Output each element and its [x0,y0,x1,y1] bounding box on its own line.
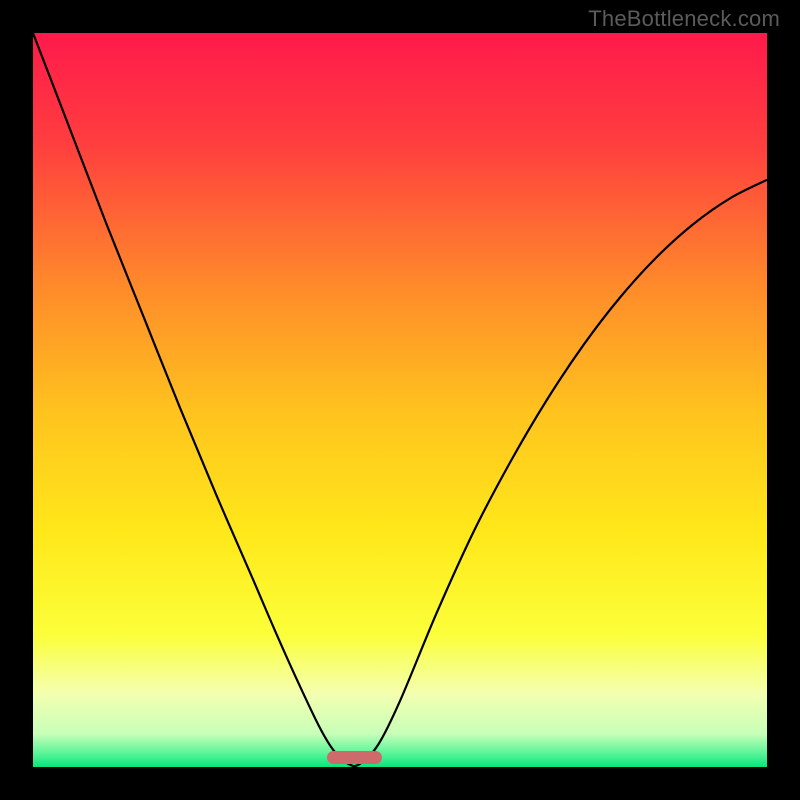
chart-frame: TheBottleneck.com [0,0,800,800]
optimal-range-marker [327,751,382,764]
watermark-text: TheBottleneck.com [588,6,780,32]
mismatch-curve-path [33,33,767,766]
mismatch-curve [33,33,767,767]
chart-plot-area [33,33,767,767]
